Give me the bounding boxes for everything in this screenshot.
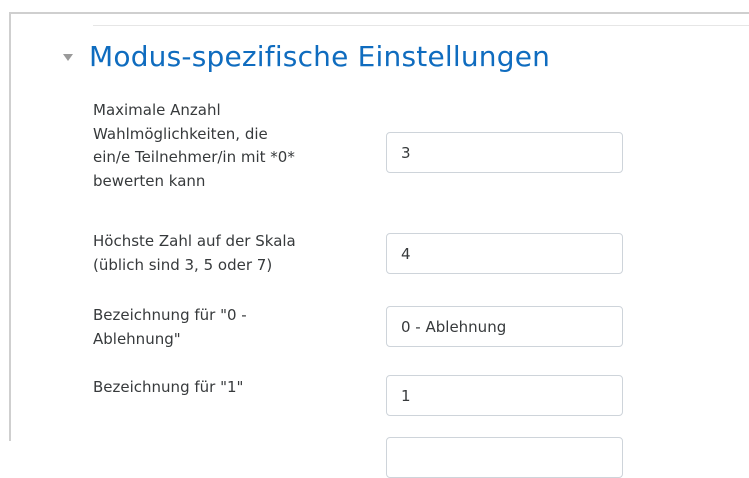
label-line: Wahlmöglichkeiten, die bbox=[93, 124, 268, 143]
label-line: Bezeichnung für "0 - bbox=[93, 306, 247, 324]
field-label-one-label: Bezeichnung für "1" bbox=[93, 376, 243, 400]
chevron-down-icon[interactable] bbox=[63, 54, 73, 61]
next-label-input[interactable] bbox=[386, 437, 623, 478]
section-header-toggle[interactable]: Modus-spezifische Einstellungen bbox=[63, 40, 550, 73]
label-line: Höchste Zahl auf der Skala bbox=[93, 232, 296, 250]
page-border-left bbox=[9, 12, 11, 441]
field-label-scale-max: Höchste Zahl auf der Skala (üblich sind … bbox=[93, 230, 296, 277]
page-border-top bbox=[9, 12, 749, 14]
section-divider bbox=[93, 25, 749, 26]
label-line: bewerten kann bbox=[93, 171, 206, 190]
field-label-zero-label: Bezeichnung für "0 - Ablehnung" bbox=[93, 304, 247, 351]
label-line: ein/e Teilnehmer/in mit *0* bbox=[93, 148, 295, 166]
zero-label-input[interactable] bbox=[386, 306, 623, 347]
one-label-input[interactable] bbox=[386, 375, 623, 416]
section-title: Modus-spezifische Einstellungen bbox=[89, 40, 551, 73]
label-line: Bezeichnung für "1" bbox=[93, 378, 244, 396]
label-line: Ablehnung" bbox=[93, 329, 181, 348]
label-line: Maximale Anzahl bbox=[93, 101, 221, 119]
field-label-max-zero-choices: Maximale Anzahl Wahlmöglichkeiten, die e… bbox=[93, 99, 295, 193]
label-line: (üblich sind 3, 5 oder 7) bbox=[93, 255, 273, 274]
scale-max-input[interactable] bbox=[386, 233, 623, 274]
max-zero-choices-input[interactable] bbox=[386, 132, 623, 173]
